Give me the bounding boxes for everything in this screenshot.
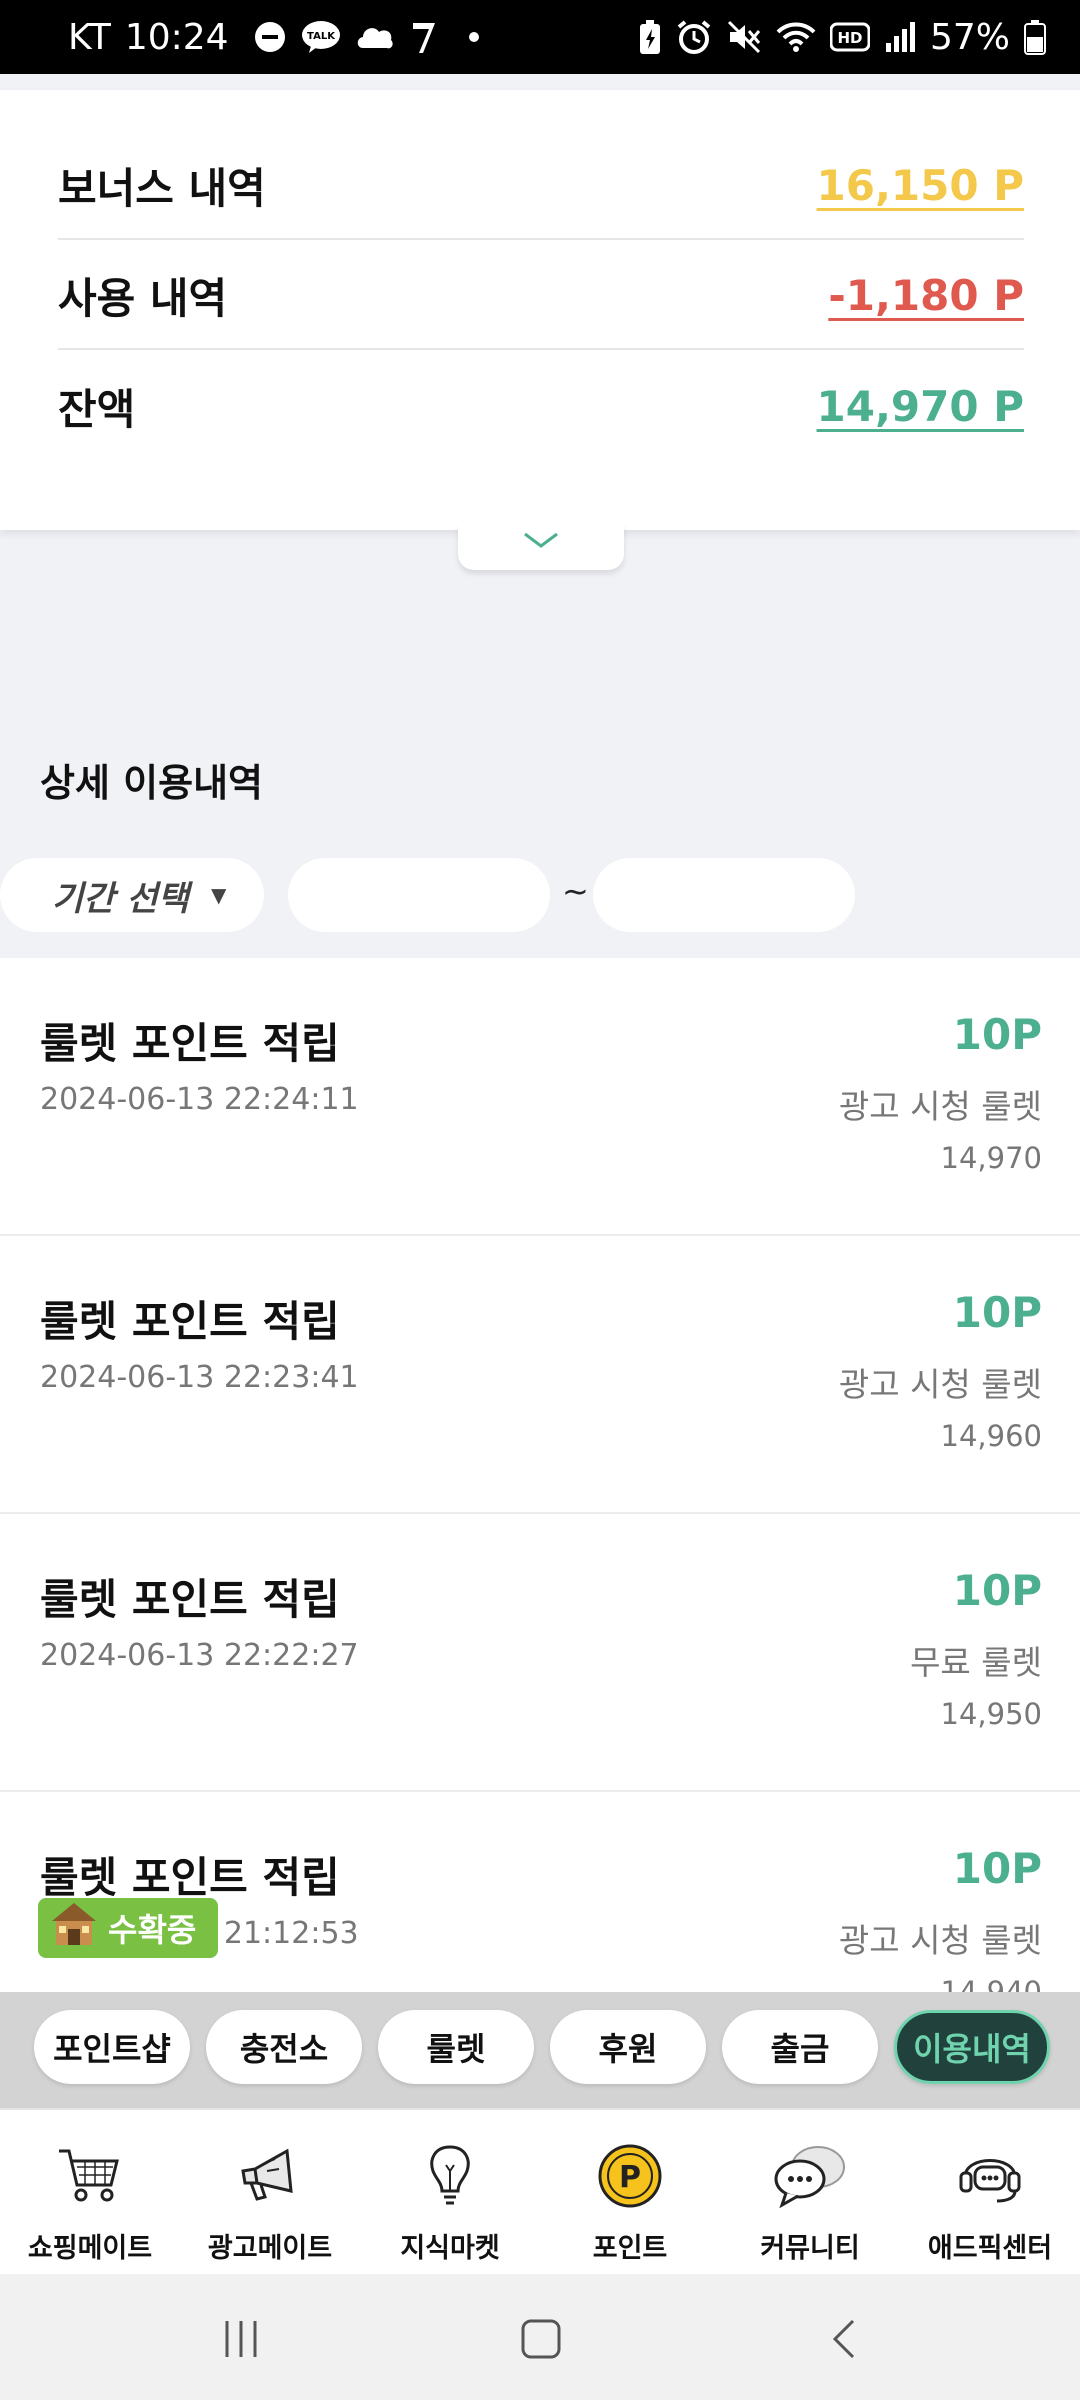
battery-percent: 57% [929, 16, 1010, 58]
chip-usage-history[interactable]: 이용내역 [894, 2010, 1050, 2084]
transaction-row[interactable]: 룰렛 포인트 적립 2024-06-13 22:23:41 10P 광고 시청 … [0, 1236, 1080, 1514]
transaction-amount: 10P [952, 1566, 1042, 1615]
nav-shopping-mate[interactable]: 쇼핑메이트 [0, 2138, 180, 2268]
transaction-row[interactable]: 룰렛 포인트 적립 2024-06-13 22:24:11 10P 광고 시청 … [0, 958, 1080, 1236]
section-title: 상세 이용내역 [40, 761, 263, 805]
location-icon [409, 17, 439, 57]
used-value[interactable]: -1,180 P [828, 271, 1024, 320]
home-icon[interactable] [506, 2304, 576, 2374]
nav-label: 포인트 [592, 2233, 668, 2264]
bottom-navigation: 쇼핑메이트 광고메이트 지식마켓 P 포인트 커뮤니티 애드픽센터 [0, 2108, 1080, 2274]
chip-point-shop[interactable]: 포인트샵 [34, 2010, 190, 2084]
nav-label: 애드픽센터 [927, 2233, 1053, 2264]
chip-sponsor[interactable]: 후원 [550, 2010, 706, 2084]
battery-saver-icon [638, 17, 662, 57]
signal-icon [884, 17, 916, 57]
balance-label: 잔액 [58, 384, 136, 434]
transaction-date: 2024-06-13 22:24:11 [40, 1082, 359, 1117]
caret-down-icon: ▼ [210, 883, 227, 907]
bonus-label: 보너스 내역 [58, 163, 266, 213]
lightbulb-icon [412, 2138, 488, 2214]
mute-icon [726, 17, 762, 57]
nav-label: 광고메이트 [207, 2233, 333, 2264]
megaphone-icon [232, 2138, 308, 2214]
wifi-icon [776, 17, 816, 57]
transaction-source: 광고 시청 룰렛 [838, 1365, 1042, 1404]
transaction-amount: 10P [952, 1844, 1042, 1893]
transaction-title: 룰렛 포인트 적립 [40, 1297, 340, 1346]
clock: 10:24 [124, 16, 229, 58]
cloud-icon [355, 17, 395, 57]
transaction-balance: 14,960 [940, 1419, 1042, 1453]
house-icon [48, 1899, 100, 1957]
alarm-icon [676, 17, 712, 57]
notification-dot [468, 32, 479, 42]
transaction-balance: 14,970 [940, 1141, 1042, 1175]
quick-menu-bar: 포인트샵 충전소 룰렛 후원 출금 이용내역 [0, 1992, 1080, 2108]
transaction-source: 광고 시청 룰렛 [838, 1921, 1042, 1960]
transaction-source: 무료 룰렛 [910, 1643, 1042, 1682]
period-select-label: 기간 선택 [52, 878, 189, 919]
harvest-label: 수확중 [108, 1911, 197, 1949]
expand-toggle-button[interactable] [458, 524, 624, 570]
balance-value[interactable]: 14,970 P [817, 382, 1024, 431]
minus-circle-icon [253, 17, 287, 57]
nav-knowledge-market[interactable]: 지식마켓 [360, 2138, 540, 2268]
battery-icon [1024, 17, 1046, 57]
kakaotalk-icon: TALK [301, 17, 341, 57]
date-to-input[interactable] [593, 858, 855, 932]
point-coin-icon: P [592, 2138, 668, 2214]
nav-label: 커뮤니티 [760, 2233, 860, 2264]
bonus-row: 보너스 내역 16,150 P [58, 132, 1024, 240]
nav-ad-mate[interactable]: 광고메이트 [180, 2138, 360, 2268]
chevron-down-icon [521, 530, 561, 556]
status-bar: KT 10:24 TALK HD 57% [0, 0, 1080, 74]
svg-text:P: P [619, 2160, 641, 2195]
system-navigation-bar [0, 2274, 1080, 2400]
transaction-date: 2024-06-13 22:22:27 [40, 1638, 359, 1673]
chip-withdraw[interactable]: 출금 [722, 2010, 878, 2084]
carrier-label: KT [68, 16, 111, 58]
bonus-value[interactable]: 16,150 P [817, 161, 1024, 210]
points-summary-card: 보너스 내역 16,150 P 사용 내역 -1,180 P 잔액 14,970… [0, 90, 1080, 530]
chip-roulette[interactable]: 룰렛 [378, 2010, 534, 2084]
recents-icon[interactable] [206, 2304, 276, 2374]
date-from-input[interactable] [288, 858, 550, 932]
used-label: 사용 내역 [58, 273, 228, 323]
transaction-title: 룰렛 포인트 적립 [40, 1575, 340, 1624]
transaction-title: 룰렛 포인트 적립 [40, 1019, 340, 1068]
shopping-cart-icon [52, 2138, 128, 2214]
transaction-title: 룰렛 포인트 적립 [40, 1853, 340, 1902]
hd-icon: HD [829, 17, 870, 57]
balance-row: 잔액 14,970 P [58, 352, 1024, 460]
svg-text:HD: HD [837, 29, 862, 47]
nav-point[interactable]: P 포인트 [540, 2138, 720, 2268]
chip-charging-station[interactable]: 충전소 [206, 2010, 362, 2084]
transaction-balance: 14,950 [940, 1697, 1042, 1731]
nav-community[interactable]: 커뮤니티 [720, 2138, 900, 2268]
nav-label: 쇼핑메이트 [27, 2233, 153, 2264]
transaction-date: 2024-06-13 22:23:41 [40, 1360, 359, 1395]
date-range-separator: ~ [562, 872, 589, 910]
back-icon[interactable] [810, 2304, 880, 2374]
chat-bubbles-icon [772, 2138, 848, 2214]
svg-text:TALK: TALK [307, 31, 336, 42]
transaction-source: 광고 시청 룰렛 [838, 1087, 1042, 1126]
transaction-amount: 10P [952, 1288, 1042, 1337]
headset-icon [952, 2138, 1028, 2214]
transaction-amount: 10P [952, 1010, 1042, 1059]
used-row: 사용 내역 -1,180 P [58, 242, 1024, 350]
transaction-row[interactable]: 룰렛 포인트 적립 2024-06-13 22:22:27 10P 무료 룰렛 … [0, 1514, 1080, 1792]
nav-label: 지식마켓 [400, 2233, 500, 2264]
period-select-dropdown[interactable]: 기간 선택 ▼ [0, 858, 264, 932]
harvest-status-badge[interactable]: 수확중 [38, 1898, 218, 1958]
nav-adpick-center[interactable]: 애드픽센터 [900, 2138, 1080, 2268]
